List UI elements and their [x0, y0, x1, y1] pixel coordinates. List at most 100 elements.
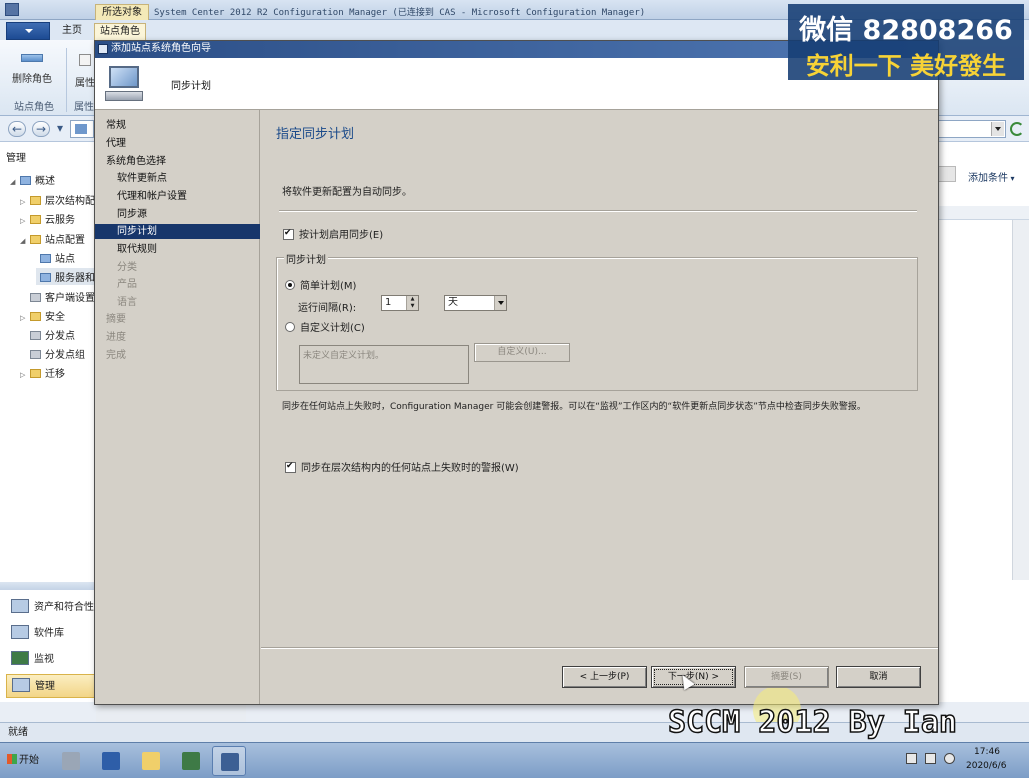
workspace-label: 监视: [34, 654, 54, 665]
workspace-heading: 管理: [6, 153, 26, 164]
tree-item-migration[interactable]: ▷ 迁移: [20, 365, 65, 380]
address-field[interactable]: [70, 120, 94, 138]
folder-icon: [30, 369, 41, 378]
step-proxy[interactable]: 代理: [95, 136, 260, 151]
forward-arrow-icon[interactable]: →: [32, 121, 50, 137]
history-dropdown-icon[interactable]: ▾: [54, 121, 66, 137]
volume-icon[interactable]: [944, 753, 955, 764]
back-arrow-icon[interactable]: ←: [8, 121, 26, 137]
interval-stepper[interactable]: 1 ▲ ▼: [381, 295, 419, 311]
back-button[interactable]: < 上一步(P): [562, 666, 647, 688]
collapse-icon[interactable]: ◢: [10, 178, 20, 186]
tree-item-label: 概述: [35, 176, 55, 187]
file-menu-button[interactable]: [6, 22, 50, 40]
tree-item-servers-and-roles[interactable]: 服务器和: [36, 268, 99, 285]
add-criteria-button[interactable]: 添加条件: [968, 169, 1015, 184]
stepper-arrows-icon[interactable]: ▲ ▼: [406, 296, 418, 310]
properties-label: 属性: [75, 78, 95, 89]
tree-item-hierarchy[interactable]: ▷ 层次结构配: [20, 192, 95, 207]
flag-icon[interactable]: [906, 753, 917, 764]
taskbar-explorer[interactable]: [134, 746, 168, 776]
step-supersedence-rules[interactable]: 取代规则: [95, 242, 260, 257]
site-icon: [40, 254, 51, 263]
chevron-down-icon[interactable]: [991, 122, 1004, 136]
taskbar-server-manager[interactable]: [54, 746, 88, 776]
vertical-scrollbar[interactable]: [1012, 220, 1029, 580]
divider: [279, 210, 917, 212]
radio-unselected-icon[interactable]: [285, 322, 295, 332]
step-system-role-selection[interactable]: 系统角色选择: [95, 154, 260, 169]
expand-icon[interactable]: ▷: [20, 371, 30, 379]
pane-splitter[interactable]: [0, 582, 96, 590]
horizontal-scrollbar[interactable]: [96, 702, 246, 722]
clock-date[interactable]: 2020/6/6: [966, 761, 1006, 771]
workspace-assets[interactable]: 资产和符合性: [6, 596, 96, 620]
expand-icon[interactable]: ▷: [20, 198, 30, 206]
customize-button: 自定义(U)...: [474, 343, 570, 362]
tree-item-distribution-point-groups[interactable]: 分发点组: [20, 346, 85, 361]
step-general[interactable]: 常规: [95, 118, 260, 133]
ribbon-group-site-role: 站点角色: [14, 102, 54, 113]
expand-icon[interactable]: ▷: [20, 217, 30, 225]
wizard-title: 添加站点系统角色向导: [111, 43, 211, 54]
tree-item-security[interactable]: ▷ 安全: [20, 308, 65, 323]
delete-role-icon: [21, 54, 43, 62]
taskbar-monitor[interactable]: [174, 746, 208, 776]
taskbar-configmgr-console[interactable]: [212, 746, 246, 776]
start-button[interactable]: 开始: [2, 748, 46, 774]
monitoring-icon: [11, 651, 29, 665]
workspace-label: 资产和符合性: [34, 602, 94, 613]
simple-schedule-radio[interactable]: 简单计划(M): [285, 277, 356, 292]
network-icon[interactable]: [925, 753, 936, 764]
workspace-monitoring[interactable]: 监视: [6, 648, 96, 672]
powershell-icon: [102, 752, 120, 770]
expand-icon[interactable]: ▷: [20, 314, 30, 322]
tree-item-distribution-points[interactable]: 分发点: [20, 327, 75, 342]
taskbar-powershell[interactable]: [94, 746, 128, 776]
radio-selected-icon[interactable]: [285, 280, 295, 290]
tab-home[interactable]: 主页: [56, 23, 88, 40]
workspace-software-library[interactable]: 软件库: [6, 622, 96, 646]
workspace-administration[interactable]: 管理: [6, 674, 96, 698]
tree-item-label: 迁移: [45, 369, 65, 380]
tree-item-cloud-services[interactable]: ▷ 云服务: [20, 211, 75, 226]
step-synchronization-schedule[interactable]: 同步计划: [95, 224, 260, 239]
wizard-page: 指定同步计划 将软件更新配置为自动同步。 按计划启用同步(E) 同步计划 简单计…: [261, 110, 938, 704]
system-menu-icon[interactable]: [5, 3, 19, 16]
delete-role-button[interactable]: 删除角色: [10, 48, 54, 85]
schedule-group-label: 同步计划: [284, 251, 328, 266]
alert-on-failure-checkbox[interactable]: 同步在层次结构内的任何站点上失败时的警报(W): [285, 459, 519, 474]
tree-item-site-configuration[interactable]: ◢ 站点配置: [20, 231, 85, 246]
tab-site-role[interactable]: 站点角色: [94, 23, 146, 40]
tree-item-client-settings[interactable]: 客户端设置: [20, 289, 95, 304]
wizard-window-icon: [98, 44, 108, 54]
enable-schedule-label: 按计划启用同步(E): [299, 230, 384, 241]
tree-item-overview[interactable]: ◢ 概述: [10, 172, 55, 187]
cancel-button[interactable]: 取消: [836, 666, 921, 688]
location-icon: [75, 124, 87, 134]
collapse-icon[interactable]: ◢: [20, 237, 30, 245]
search-clear-button[interactable]: [938, 166, 956, 182]
assets-icon: [11, 599, 29, 613]
clock-time[interactable]: 17:46: [974, 747, 1000, 757]
tree-item-sites[interactable]: 站点: [40, 250, 75, 265]
tree-item-label: 客户端设置: [45, 293, 95, 304]
workspace-label: 管理: [35, 681, 55, 692]
alert-explanation: 同步在任何站点上失败时，Configuration Manager 可能会创建警…: [282, 402, 866, 412]
refresh-icon[interactable]: [1010, 122, 1024, 136]
step-proxy-and-account-settings[interactable]: 代理和帐户设置: [95, 189, 260, 204]
step-software-update-point[interactable]: 软件更新点: [95, 171, 260, 186]
folder-icon: [142, 752, 160, 770]
address-dropdown[interactable]: [938, 120, 1006, 138]
checkbox-checked-icon[interactable]: [283, 228, 294, 240]
custom-schedule-radio[interactable]: 自定义计划(C): [285, 319, 365, 334]
chevron-down-icon[interactable]: [494, 296, 506, 310]
checkbox-checked-icon[interactable]: [285, 461, 296, 473]
enable-schedule-checkbox[interactable]: 按计划启用同步(E): [283, 226, 383, 241]
interval-unit-select[interactable]: 天: [444, 295, 507, 311]
step-synchronization-source[interactable]: 同步源: [95, 207, 260, 222]
navigation-pane: 管理 ◢ 概述 ▷ 层次结构配 ▷ 云服务 ◢ 站点配置 站点 服务器和 客户端设置 ▷…: [0, 142, 99, 702]
overview-icon: [20, 176, 31, 185]
folder-icon: [30, 235, 41, 244]
ribbon-divider: [66, 48, 67, 112]
